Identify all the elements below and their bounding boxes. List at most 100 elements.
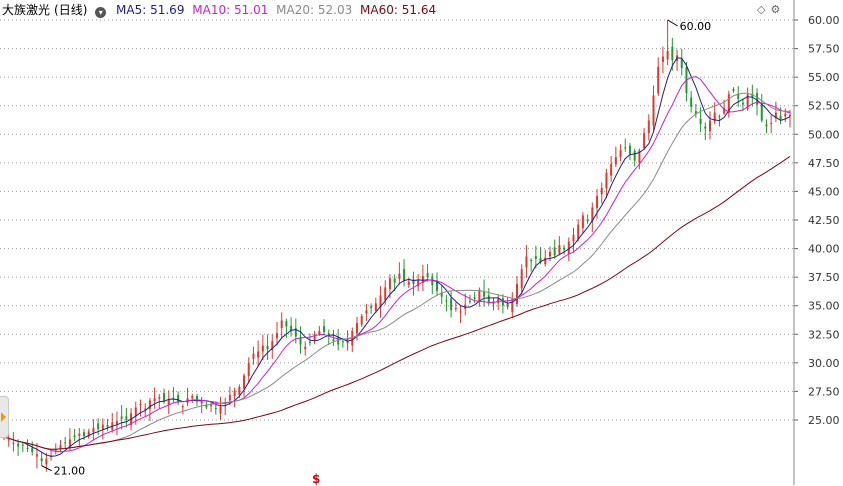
candle-body <box>577 224 580 240</box>
candle-body <box>318 330 321 335</box>
chart-toolbar: ◇ ⚙ <box>757 3 785 16</box>
candle-body <box>374 303 377 311</box>
candle-body <box>445 300 448 302</box>
candle-body <box>619 150 622 158</box>
y-tick-label: 37.50 <box>808 271 840 284</box>
candle-body <box>12 442 15 444</box>
chart-period: (日线) <box>54 3 88 17</box>
candle-body <box>563 247 566 250</box>
candle-body <box>605 173 608 189</box>
ma20-label: MA20: 52.03 <box>276 3 353 17</box>
candle-body <box>40 458 43 462</box>
candle-body <box>163 393 166 402</box>
candle-body <box>596 196 599 208</box>
candle-body <box>120 416 123 419</box>
candle-body <box>280 320 283 329</box>
candle-body <box>525 256 528 268</box>
stock-symbol: 大族激光 <box>2 3 51 17</box>
candle-body <box>450 298 453 311</box>
candle-body <box>214 408 217 410</box>
y-tick-label: 35.00 <box>808 300 840 313</box>
candle-body <box>261 345 264 352</box>
candle-body <box>459 311 462 313</box>
candle-body <box>572 234 575 242</box>
candle-body <box>690 97 693 107</box>
ma10-label: MA10: 51.01 <box>192 3 269 17</box>
y-tick-label: 25.00 <box>808 414 840 427</box>
y-tick-label: 60.00 <box>808 14 840 27</box>
candle-body <box>158 397 161 399</box>
candle-body <box>365 310 368 314</box>
candle-body <box>741 102 744 105</box>
candle-body <box>323 326 326 332</box>
candle-body <box>530 259 533 262</box>
candle-body <box>600 188 603 195</box>
candle-body <box>548 252 551 257</box>
candle-body <box>200 401 203 404</box>
candle-body <box>610 164 613 176</box>
candle-body <box>308 341 311 343</box>
min-price-label: 21.00 <box>54 465 86 478</box>
y-tick-label: 27.50 <box>808 385 840 398</box>
candle-body <box>403 269 406 281</box>
y-tick-label: 40.00 <box>808 243 840 256</box>
ma-line-ma20 <box>3 92 790 450</box>
candle-body <box>704 126 707 129</box>
y-tick-label: 32.50 <box>808 328 840 341</box>
candle-body <box>7 439 10 441</box>
diamond-icon[interactable]: ◇ <box>757 3 765 16</box>
candle-body <box>661 56 664 63</box>
event-marker[interactable]: $ <box>312 472 320 486</box>
candle-body <box>633 151 636 161</box>
candle-body <box>219 406 222 414</box>
candle-body <box>643 133 646 148</box>
chevron-down-icon[interactable]: ▾ <box>95 7 107 18</box>
candle-body <box>511 298 514 312</box>
candle-body <box>473 297 476 299</box>
candle-body <box>275 333 278 339</box>
max-price-label: 60.00 <box>680 20 712 33</box>
y-tick-label: 57.50 <box>808 43 840 56</box>
candle-body <box>516 284 519 304</box>
candle-body <box>388 278 391 290</box>
candle-body <box>341 341 344 343</box>
candle-body <box>426 273 429 278</box>
candle-body <box>398 273 401 279</box>
candle-body <box>789 114 791 117</box>
candle-body <box>370 306 373 308</box>
candle-body <box>125 416 128 420</box>
candle-body <box>534 256 537 259</box>
candle-body <box>73 435 76 438</box>
candle-body <box>355 322 358 334</box>
candle-body <box>233 390 236 397</box>
candle-body <box>614 157 617 165</box>
candle-body <box>252 353 255 359</box>
ma60-label: MA60: 51.64 <box>360 3 437 17</box>
candle-body <box>134 407 137 417</box>
candle-body <box>407 281 410 285</box>
candle-body <box>657 66 660 94</box>
candle-body <box>558 245 561 254</box>
candle-body <box>21 444 24 446</box>
candle-body <box>92 428 95 433</box>
candle-body <box>285 321 288 327</box>
ma-line-ma10 <box>3 76 791 453</box>
candle-body <box>54 449 57 451</box>
candle-body <box>784 113 787 117</box>
candle-body <box>26 447 29 449</box>
candle-body <box>247 362 250 377</box>
ma5-label: MA5: 51.69 <box>116 3 185 17</box>
gear-icon[interactable]: ⚙ <box>770 3 780 16</box>
annotation-leader <box>667 19 678 27</box>
candle-body <box>266 346 269 350</box>
price-chart[interactable]: 25.00 27.50 30.00 32.50 35.00 37.50 40.00 42.50… <box>0 0 843 485</box>
y-tick-label: 50.00 <box>808 128 840 141</box>
candle-body <box>718 116 721 118</box>
candle-body <box>581 215 584 229</box>
candle-body <box>506 304 509 307</box>
candle-body <box>393 278 396 283</box>
candle-body <box>708 120 711 132</box>
candle-body <box>64 442 67 444</box>
side-panel-toggle[interactable] <box>0 396 9 438</box>
candle-body <box>520 269 523 289</box>
